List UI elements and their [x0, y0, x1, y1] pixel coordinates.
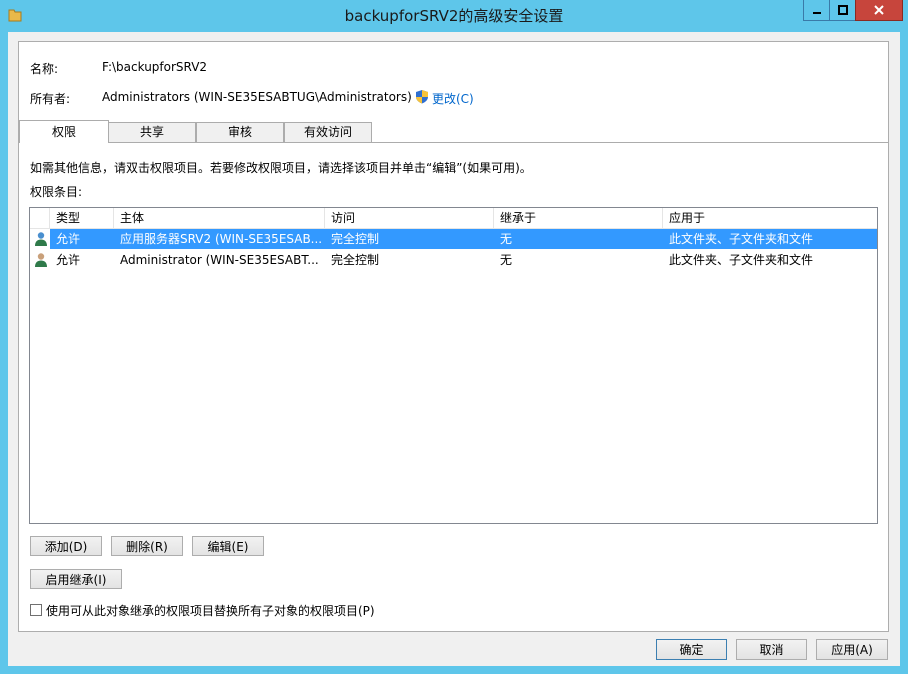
column-header-principal[interactable]: 主体	[114, 208, 325, 228]
remove-button[interactable]: 删除(R)	[111, 536, 183, 556]
row-access: 完全控制	[331, 253, 380, 267]
row-applies-to: 此文件夹、子文件夹和文件	[669, 253, 814, 267]
entries-label: 权限条目:	[30, 185, 83, 199]
table-row[interactable]: 允许 应用服务器SRV2 (WIN-SE35ESAB... 完全控制 无 此文件…	[50, 229, 877, 249]
tab-strip: 权限 共享 审核 有效访问	[19, 120, 888, 143]
close-button[interactable]	[855, 0, 903, 21]
content-panel: 名称: F:\backupforSRV2 所有者: Administrators…	[18, 41, 889, 632]
name-value: F:\backupforSRV2	[102, 60, 208, 74]
row-inherited-from: 无	[500, 253, 513, 267]
title-bar[interactable]: backupforSRV2的高级安全设置	[0, 0, 908, 32]
row-principal: 应用服务器SRV2 (WIN-SE35ESAB...	[120, 232, 323, 246]
close-icon	[874, 5, 884, 15]
row-applies-to: 此文件夹、子文件夹和文件	[669, 232, 814, 246]
enable-inheritance-button[interactable]: 启用继承(I)	[30, 569, 122, 589]
column-header-inherited-from[interactable]: 继承于	[494, 208, 663, 228]
edit-button[interactable]: 编辑(E)	[192, 536, 264, 556]
replace-child-permissions-checkbox[interactable]	[30, 604, 42, 616]
tab-permissions[interactable]: 权限	[19, 120, 109, 143]
user-icon	[35, 232, 47, 246]
tab-sharing[interactable]: 共享	[108, 122, 196, 142]
minimize-button[interactable]	[803, 0, 831, 21]
cancel-button[interactable]: 取消	[736, 639, 807, 660]
list-header: 类型 主体 访问 继承于 应用于	[30, 208, 877, 229]
minimize-icon	[813, 12, 821, 14]
tab-divider	[19, 142, 888, 143]
apply-button[interactable]: 应用(A)	[816, 639, 888, 660]
table-row[interactable]: 允许 Administrator (WIN-SE35ESABT... 完全控制 …	[50, 250, 877, 270]
owner-label: 所有者:	[30, 92, 71, 106]
uac-shield-icon	[416, 90, 428, 104]
name-label: 名称:	[30, 62, 59, 76]
row-access: 完全控制	[331, 232, 380, 246]
column-header-type[interactable]: 类型	[50, 208, 114, 228]
instruction-text: 如需其他信息，请双击权限项目。若要修改权限项目，请选择该项目并单击“编辑”(如果…	[30, 161, 532, 175]
row-principal: Administrator (WIN-SE35ESABT...	[120, 253, 319, 267]
add-button[interactable]: 添加(D)	[30, 536, 102, 556]
owner-value: Administrators (WIN-SE35ESABTUG\Administ…	[102, 90, 412, 104]
column-header-applies-to[interactable]: 应用于	[663, 208, 877, 228]
dialog-body: 名称: F:\backupforSRV2 所有者: Administrators…	[8, 32, 900, 666]
row-inherited-from: 无	[500, 232, 513, 246]
tab-auditing[interactable]: 审核	[196, 122, 284, 142]
window-title: backupforSRV2的高级安全设置	[344, 7, 564, 25]
permission-entries-list[interactable]: 类型 主体 访问 继承于 应用于 允许 应用服务器SRV2 (WIN-SE35E…	[29, 207, 878, 524]
ok-button[interactable]: 确定	[656, 639, 727, 660]
row-type: 允许	[56, 232, 81, 246]
tab-effective-access[interactable]: 有效访问	[284, 122, 372, 142]
replace-child-permissions-label[interactable]: 使用可从此对象继承的权限项目替换所有子对象的权限项目(P)	[46, 602, 375, 619]
user-icon	[35, 253, 47, 267]
column-header-icon[interactable]	[30, 208, 50, 228]
maximize-icon	[838, 5, 848, 15]
row-type: 允许	[56, 253, 81, 267]
column-header-access[interactable]: 访问	[325, 208, 494, 228]
change-owner-link[interactable]: 更改(C)	[432, 90, 474, 107]
maximize-button[interactable]	[829, 0, 857, 21]
